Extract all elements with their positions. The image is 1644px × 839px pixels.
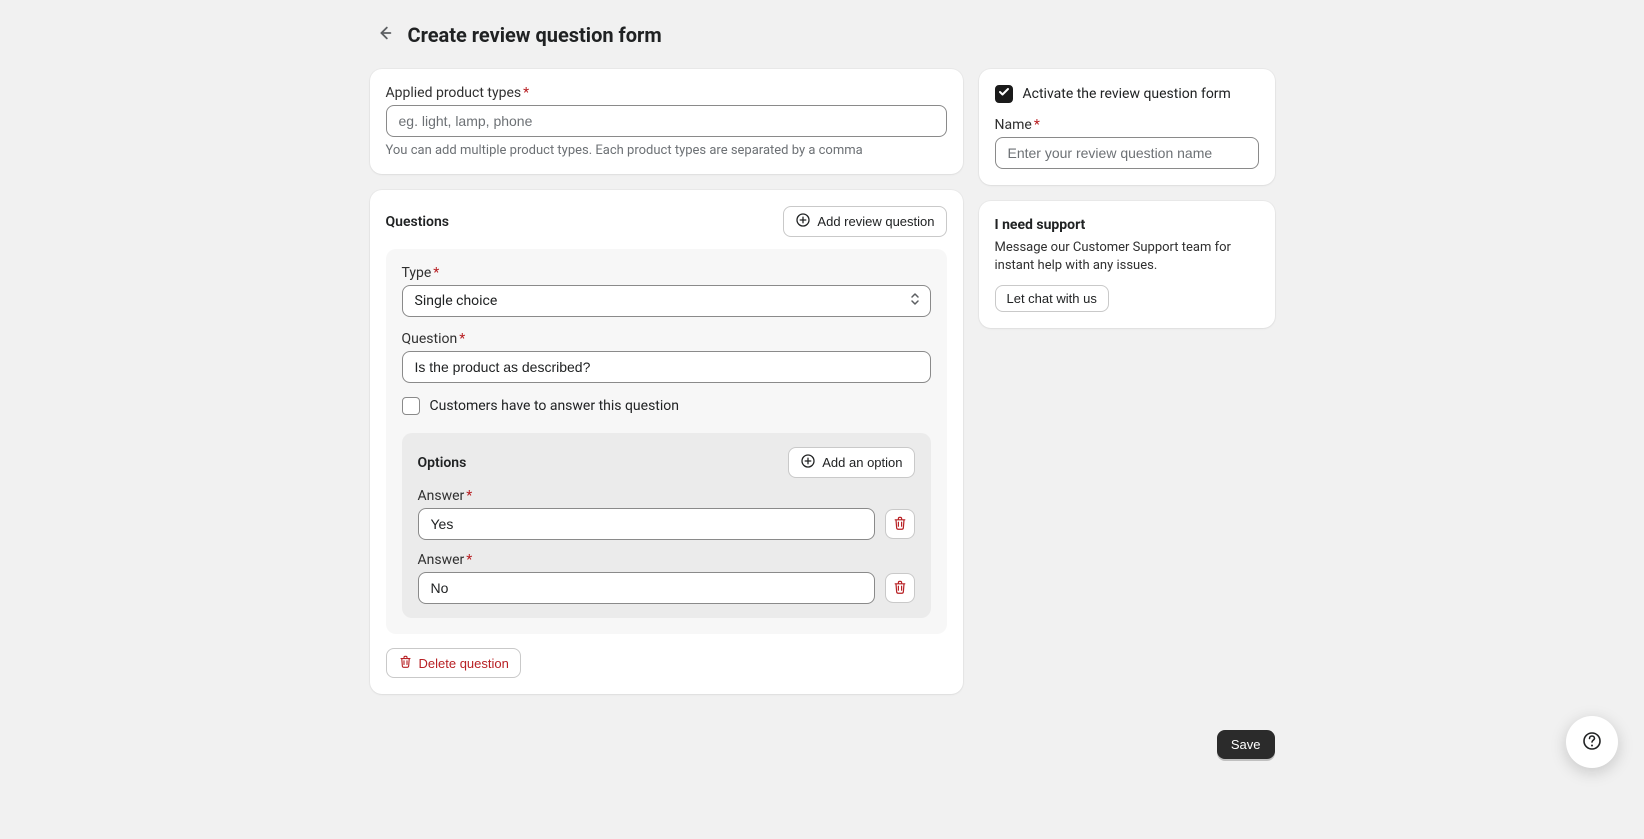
support-heading: I need support (995, 217, 1259, 233)
answer-label: Answer* (418, 488, 915, 504)
options-heading: Options (418, 455, 467, 471)
trash-icon (398, 654, 413, 672)
question-label: Question* (402, 331, 931, 347)
name-input[interactable] (995, 137, 1259, 169)
page-title: Create review question form (408, 23, 662, 47)
answer-row: Answer* (418, 488, 915, 540)
answer-row: Answer* (418, 552, 915, 604)
plus-circle-icon (795, 212, 811, 231)
support-body: Message our Customer Support team for in… (995, 239, 1259, 275)
question-block: Type* Single choice (386, 249, 947, 634)
questions-heading: Questions (386, 214, 449, 230)
sidebar-support-card: I need support Message our Customer Supp… (979, 201, 1275, 328)
help-fab[interactable] (1566, 716, 1618, 768)
delete-question-button[interactable]: Delete question (386, 648, 521, 678)
sidebar-activate-card: Activate the review question form Name* (979, 69, 1275, 185)
chat-with-us-button[interactable]: Let chat with us (995, 285, 1109, 312)
product-types-label: Applied product types* (386, 85, 947, 101)
answer-input[interactable] (418, 508, 875, 540)
type-select[interactable]: Single choice (402, 285, 931, 317)
type-label: Type* (402, 265, 931, 281)
answer-input[interactable] (418, 572, 875, 604)
add-option-button[interactable]: Add an option (788, 447, 914, 478)
activate-checkbox[interactable] (995, 85, 1013, 103)
question-input[interactable] (402, 351, 931, 383)
product-types-help: You can add multiple product types. Each… (386, 143, 947, 158)
answer-label: Answer* (418, 552, 915, 568)
required-answer-label: Customers have to answer this question (430, 398, 680, 414)
trash-icon (892, 579, 908, 598)
save-button[interactable]: Save (1217, 730, 1275, 759)
delete-question-label: Delete question (419, 656, 509, 671)
product-types-input[interactable] (386, 105, 947, 137)
plus-circle-icon (800, 453, 816, 472)
options-block: Options Add an option Answer* (402, 433, 931, 618)
add-review-question-button[interactable]: Add review question (783, 206, 946, 237)
activate-label: Activate the review question form (1023, 86, 1231, 102)
name-label: Name* (995, 117, 1259, 133)
help-icon (1582, 731, 1602, 754)
required-asterisk: * (523, 85, 529, 101)
trash-icon (892, 515, 908, 534)
add-option-label: Add an option (822, 455, 902, 470)
delete-answer-button[interactable] (885, 573, 915, 603)
required-answer-checkbox[interactable] (402, 397, 420, 415)
delete-answer-button[interactable] (885, 509, 915, 539)
back-button[interactable] (370, 18, 400, 51)
arrow-left-icon (376, 24, 394, 45)
questions-card: Questions Add review question Type* (370, 190, 963, 694)
add-review-question-label: Add review question (817, 214, 934, 229)
check-icon (998, 86, 1010, 102)
product-types-card: Applied product types* You can add multi… (370, 69, 963, 174)
